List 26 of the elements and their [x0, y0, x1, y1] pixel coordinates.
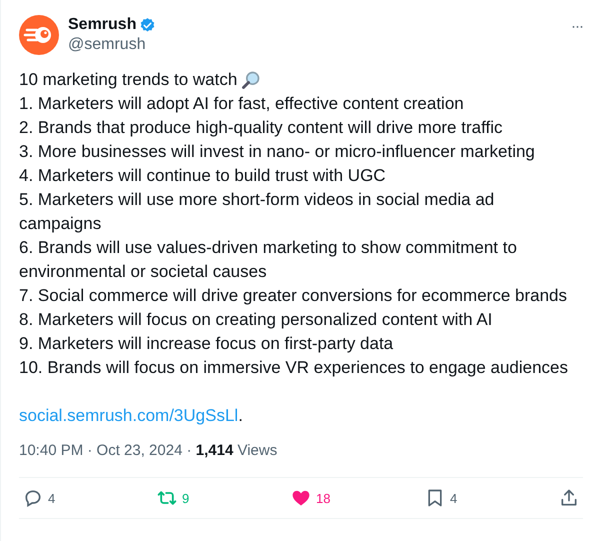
tweet-text-line: social.semrush.com/3UgSsLl.	[19, 405, 244, 427]
author-name[interactable]: Semrush	[68, 16, 136, 34]
reply-icon	[23, 488, 43, 508]
tweet-text-line: 10 marketing trends to watch	[19, 69, 238, 91]
more-button[interactable]: ···	[571, 18, 583, 35]
tweet-text-line: 10. Brands will focus on immersive VR experiences to engage audiences	[19, 357, 570, 379]
reply-button[interactable]: 4	[23, 488, 83, 508]
share-icon	[559, 488, 579, 508]
tweet-text-line: 1. Marketers will adopt AI for fast, effective content creation	[19, 93, 465, 115]
tweet-text-line: 9. Marketers will increase focus on first-party data	[19, 333, 394, 355]
author-handle[interactable]: @semrush	[68, 36, 562, 54]
tweet-text-line: 3. More businesses will invest in nano- or micro-influencer marketing	[19, 141, 536, 163]
magnifier-icon	[241, 70, 262, 90]
tweet-text-line: 5. Marketers will use more short-form videos in social media ad campaigns	[19, 189, 496, 235]
avatar-logo[interactable]	[19, 15, 59, 55]
tweet-text-line: 4. Marketers will continue to build trust with UGC	[19, 165, 387, 187]
timestamp-views: 10:40 PM · Oct 23, 2024 · 1,414 Views	[19, 441, 278, 461]
tweet-text-line: 6. Brands will use values-driven marketing to show commitment to environmental or societal causes	[19, 237, 518, 283]
tweet-text-line: 2. Brands that produce high-quality content will drive more traffic	[19, 117, 504, 139]
tweet-text-line: 8. Marketers will focus on creating personalized content with AI	[19, 309, 494, 331]
bookmark-button[interactable]: 4	[425, 488, 485, 508]
share-button[interactable]	[559, 488, 579, 508]
tweet-text-line: 7. Social commerce will drive greater conversions for ecommerce brands	[19, 285, 568, 307]
repost-icon	[157, 488, 177, 508]
heart-icon	[291, 488, 311, 508]
like-button[interactable]: 18	[291, 488, 351, 508]
